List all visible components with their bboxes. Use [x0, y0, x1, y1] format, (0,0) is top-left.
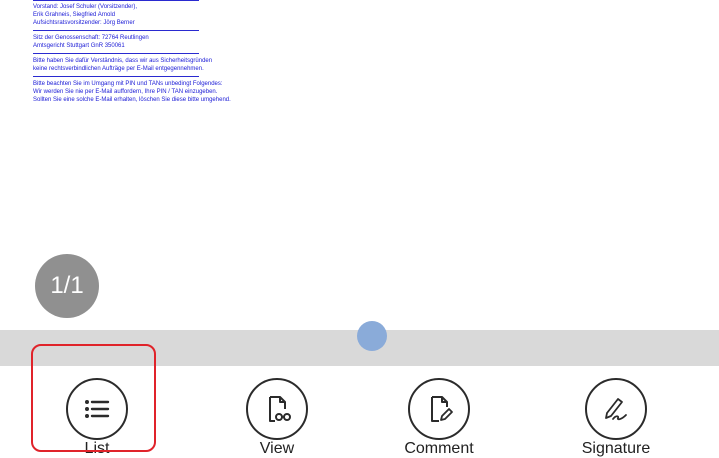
- signature-pen-icon: [585, 378, 647, 440]
- view-document-icon: [246, 378, 308, 440]
- document-line: keine rechtsverbindlichen Aufträge per E…: [33, 66, 204, 72]
- document-line: Vorstand: Josef Schuler (Vorsitzender),: [33, 4, 138, 10]
- document-viewer[interactable]: Vorstand: Josef Schuler (Vorsitzender), …: [0, 0, 719, 330]
- signature-label: Signature: [581, 440, 651, 457]
- separator: [33, 30, 199, 31]
- separator: [33, 0, 199, 1]
- document-line: Bitte haben Sie dafür Verständnis, dass …: [33, 58, 213, 64]
- comment-document-icon: [408, 378, 470, 440]
- comment-button[interactable]: Comment: [379, 366, 499, 458]
- document-line: Erik Grahneis, Siegfried Arnold: [33, 12, 116, 18]
- document-line: Aufsichtsratsvorsitzender: Jörg Berner: [33, 20, 135, 26]
- document-line: Bitte beachten Sie im Umgang mit PIN und…: [33, 81, 223, 87]
- page-scrubber-thumb[interactable]: [357, 321, 387, 351]
- page-indicator: 1/1: [35, 254, 99, 318]
- document-line: Wir werden Sie nie per E-Mail auffordern…: [33, 89, 218, 95]
- document-text: Vorstand: Josef Schuler (Vorsitzender), …: [33, 3, 333, 104]
- signature-button[interactable]: Signature: [556, 366, 676, 458]
- document-line: Amtsgericht Stuttgart GnR 350061: [33, 43, 125, 49]
- view-label: View: [259, 440, 295, 457]
- separator: [33, 53, 199, 54]
- separator: [33, 76, 199, 77]
- document-line: Sollten Sie eine solche E-Mail erhalten,…: [33, 97, 231, 103]
- highlight-frame: [31, 344, 156, 452]
- comment-label: Comment: [404, 440, 474, 457]
- view-button[interactable]: View: [217, 366, 337, 458]
- document-line: Sitz der Genossenschaft: 72764 Reutlinge…: [33, 35, 149, 41]
